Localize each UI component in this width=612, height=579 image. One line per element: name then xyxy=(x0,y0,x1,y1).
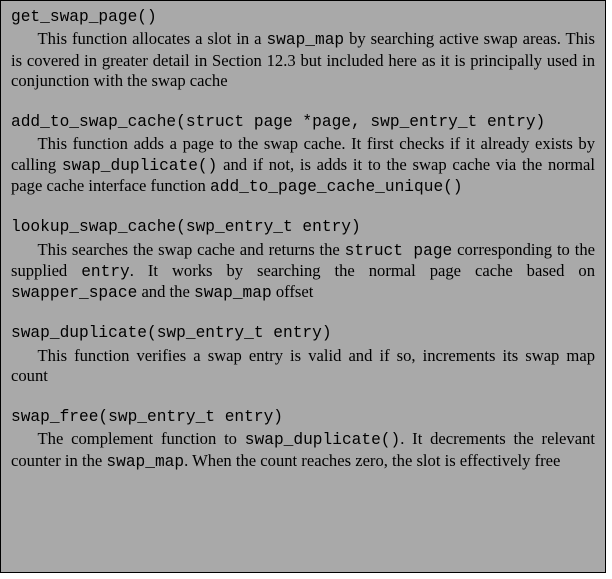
sig-add-to-swap-cache: add_to_swap_cache(struct page *page, swp… xyxy=(11,112,595,132)
desc-swap-duplicate: This function verifies a swap entry is v… xyxy=(11,346,595,387)
inline-code: swap_map xyxy=(194,284,272,302)
desc-get-swap-page: This function allocates a slot in a swap… xyxy=(11,29,595,92)
desc-add-to-swap-cache: This function adds a page to the swap ca… xyxy=(11,134,595,197)
inline-code: struct page xyxy=(345,242,453,260)
inline-code: swap_duplicate() xyxy=(62,157,217,175)
inline-code: swapper_space xyxy=(11,284,137,302)
sig-get-swap-page: get_swap_page() xyxy=(11,7,595,27)
inline-code: entry xyxy=(81,263,130,281)
entry-add-to-swap-cache: add_to_swap_cache(struct page *page, swp… xyxy=(11,112,595,197)
api-doc-box: get_swap_page() This function allocates … xyxy=(0,0,606,573)
sig-swap-free: swap_free(swp_entry_t entry) xyxy=(11,407,595,427)
desc-lookup-swap-cache: This searches the swap cache and returns… xyxy=(11,240,595,304)
entry-lookup-swap-cache: lookup_swap_cache(swp_entry_t entry) Thi… xyxy=(11,217,595,303)
desc-swap-free: The complement function to swap_duplicat… xyxy=(11,429,595,472)
sig-swap-duplicate: swap_duplicate(swp_entry_t entry) xyxy=(11,323,595,343)
inline-code: swap_map xyxy=(266,31,344,49)
entry-swap-free: swap_free(swp_entry_t entry) The complem… xyxy=(11,407,595,472)
inline-code: add_to_page_cache_unique() xyxy=(210,178,463,196)
inline-code: swap_map xyxy=(106,453,184,471)
entry-get-swap-page: get_swap_page() This function allocates … xyxy=(11,7,595,92)
sig-lookup-swap-cache: lookup_swap_cache(swp_entry_t entry) xyxy=(11,217,595,237)
entry-swap-duplicate: swap_duplicate(swp_entry_t entry) This f… xyxy=(11,323,595,387)
inline-code: swap_duplicate() xyxy=(245,431,400,449)
